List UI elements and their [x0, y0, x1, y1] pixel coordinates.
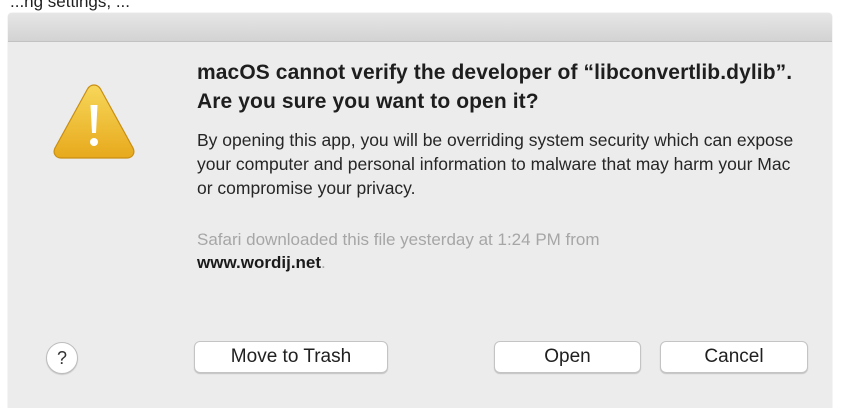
open-button[interactable]: Open: [494, 341, 641, 373]
cancel-button[interactable]: Cancel: [660, 341, 808, 373]
background-window-text: ...ng settings, ...: [10, 0, 131, 11]
help-button[interactable]: ?: [46, 342, 78, 374]
alert-body-text: By opening this app, you will be overrid…: [197, 130, 794, 198]
security-alert-dialog: macOS cannot verify the developer of “li…: [8, 13, 832, 408]
download-source-info: Safari downloaded this file yesterday at…: [197, 228, 807, 274]
warning-triangle-icon: [53, 84, 135, 159]
download-info-prefix: Safari downloaded this file yesterday at…: [197, 230, 600, 249]
download-site: www.wordij.net: [197, 253, 322, 272]
download-info-suffix: .: [321, 253, 326, 272]
move-to-trash-button[interactable]: Move to Trash: [194, 341, 388, 373]
alert-headline: macOS cannot verify the developer of “li…: [197, 61, 793, 113]
dialog-content: macOS cannot verify the developer of “li…: [197, 58, 807, 274]
dialog-titlebar: [8, 13, 832, 42]
